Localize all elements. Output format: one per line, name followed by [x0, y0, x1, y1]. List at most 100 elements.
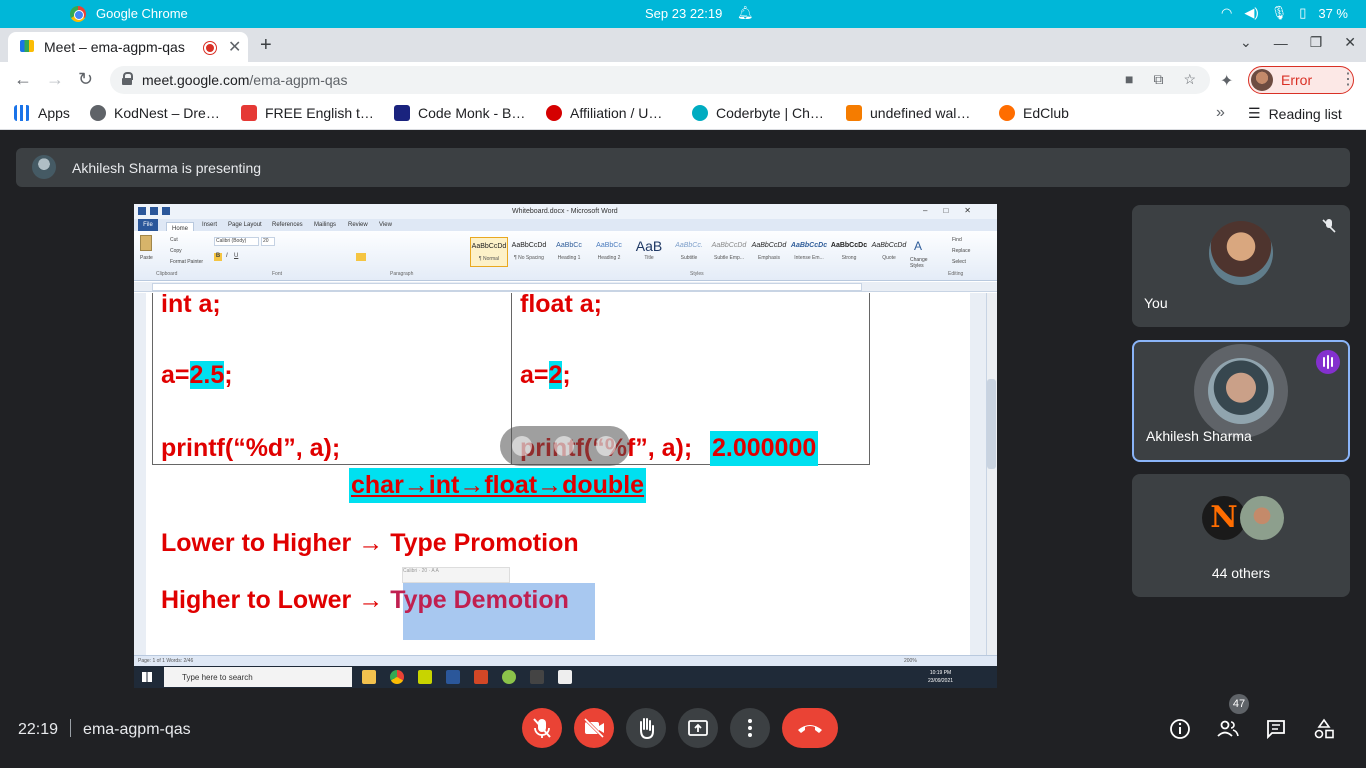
change-styles-label: Change Styles [910, 257, 928, 269]
page-word-count: Page: 1 of 1 Words: 2/46 [138, 658, 194, 664]
meet-favicon [20, 40, 34, 52]
bookmark-apps[interactable]: Apps [14, 105, 70, 121]
bold-icon: B [214, 253, 222, 261]
windows-taskbar: Type here to search 10:19 PM 23/09/2021 [134, 666, 997, 688]
style-subtle-emphasis: AaBbCcDd Subtle Emp... [711, 242, 747, 261]
present-now-button[interactable] [678, 708, 718, 748]
date-time[interactable]: Sep 23 22:19 [645, 6, 722, 21]
bookmark-free-english[interactable]: FREE English t… [241, 105, 374, 121]
left-printf: printf(“%d”, a); [161, 434, 341, 462]
mini-toolbar: Calibri · 20 · A A [402, 567, 510, 583]
meeting-code: ema-agpm-qas [83, 721, 191, 738]
camera-in-use-icon[interactable]: ■ [1125, 71, 1133, 88]
tab-title: Meet – ema-agpm-qas [44, 39, 185, 55]
address-bar[interactable]: meet.google.com/ema-agpm-qas ■ ⧉ ☆ [110, 66, 1210, 94]
tab-meet[interactable]: Meet – ema-agpm-qas ✕ [8, 32, 248, 62]
ribbon-tab-file: File [138, 219, 158, 231]
mic-icon[interactable]: 🎙︎ [1271, 5, 1288, 21]
ribbon-tab-references: References [272, 222, 303, 228]
style-heading1: AaBbCc Heading 1 [556, 242, 582, 261]
style-no-spacing: AaBbCcDd ¶ No Spacing [511, 242, 547, 261]
forward-icon[interactable]: → [46, 69, 64, 90]
reading-list-button[interactable]: ☰ Reading list [1248, 105, 1342, 122]
ribbon-tabs: File Home Insert Page Layout References … [134, 219, 997, 234]
tile-others[interactable]: N 44 others [1132, 474, 1350, 597]
ruler-white-area [152, 283, 862, 291]
browser-toolbar: ← → ↻ meet.google.com/ema-agpm-qas ■ ⧉ ☆… [0, 62, 1366, 98]
bell-icon[interactable]: 🔔︎ [737, 5, 754, 21]
window-controls: ⌄ — ❐ ✕ [1240, 34, 1356, 51]
active-app-name[interactable]: Google Chrome [96, 6, 188, 21]
battery-icon[interactable]: ▯ [1299, 5, 1306, 21]
tile-name: Akhilesh Sharma [1146, 428, 1252, 444]
meeting-clock: 22:19 [18, 721, 59, 738]
url-text[interactable]: meet.google.com/ema-agpm-qas [142, 72, 347, 88]
tile-akhilesh-sharma[interactable]: Akhilesh Sharma [1132, 340, 1350, 462]
more-options-button[interactable] [730, 708, 770, 748]
italic-icon: I [226, 253, 228, 259]
meet-control-bar: 22:19 ema-agpm-qas 47 [0, 694, 1366, 768]
new-tab-button[interactable]: + [260, 34, 272, 57]
site-icon [241, 105, 257, 121]
minimize-icon[interactable]: — [1274, 35, 1288, 51]
change-styles-icon: A [914, 239, 923, 253]
leave-call-button[interactable] [782, 708, 838, 748]
extensions-icon[interactable]: ✦ [1220, 71, 1233, 91]
tab-search-icon[interactable]: ⌄ [1240, 34, 1252, 51]
style-emphasis: AaBbCcDd Emphasis [751, 242, 787, 261]
back-icon[interactable]: ← [14, 69, 32, 90]
style-heading2: AaBbCc Heading 2 [596, 242, 622, 261]
word-icon [446, 670, 460, 684]
left-margin [134, 293, 146, 655]
bookmark-kodnest[interactable]: KodNest – Dre… [90, 105, 220, 121]
open-in-window-icon[interactable]: ⧉ [1153, 71, 1163, 88]
file-explorer-icon [362, 670, 376, 684]
style-strong: AaBbCcDc Strong [830, 242, 868, 261]
word-window-title: Whiteboard.docx - Microsoft Word [512, 208, 618, 215]
presenting-text: Akhilesh Sharma is presenting [72, 160, 262, 176]
stop-icon[interactable] [554, 436, 574, 456]
bookmark-star-icon[interactable]: ☆ [1183, 71, 1196, 88]
presentation-controls-overlay[interactable] [500, 426, 630, 466]
present-screen-icon [688, 720, 708, 736]
left-declaration: int a; [161, 290, 221, 318]
lock-icon[interactable] [122, 72, 133, 85]
chat-icon[interactable] [1265, 718, 1287, 740]
refresh-icon[interactable] [596, 436, 616, 456]
people-icon[interactable] [1217, 718, 1239, 740]
ribbon-tab-insert: Insert [202, 222, 218, 228]
tab-strip: Meet – ema-agpm-qas ✕ + ⌄ — ❐ ✕ [0, 28, 1366, 62]
tile-you[interactable]: You [1132, 205, 1350, 327]
activities-icon[interactable] [1313, 718, 1335, 740]
volume-icon[interactable]: ◀︎) [1244, 5, 1258, 21]
bookmark-code-monk[interactable]: Code Monk - B… [394, 105, 525, 121]
bookmark-edclub[interactable]: EdClub [999, 105, 1069, 121]
close-tab-icon[interactable]: ✕ [228, 37, 241, 57]
mic-off-icon [533, 718, 551, 738]
reading-list-icon: ☰ [1248, 105, 1261, 121]
chrome-menu-icon[interactable]: ⋮ [1340, 69, 1356, 89]
presenter-avatar [32, 155, 56, 179]
font-size-box: 20 [261, 237, 275, 246]
bookmark-undefined[interactable]: undefined wal… [846, 105, 970, 121]
close-window-icon[interactable]: ✕ [1344, 34, 1356, 51]
wifi-icon[interactable]: ◠ [1221, 5, 1232, 21]
mic-toggle-button[interactable] [522, 708, 562, 748]
reload-icon[interactable]: ↻ [78, 69, 93, 90]
maximize-icon[interactable]: ❐ [1310, 34, 1323, 51]
system-tray: ◠ ◀︎) 🎙︎ ▯ 37 % [1221, 5, 1348, 21]
profile-button[interactable]: Error [1248, 66, 1354, 94]
akhilesh-avatar [1208, 358, 1274, 424]
bookmarks-bar: Apps KodNest – Dre… FREE English t… Code… [0, 98, 1366, 130]
camera-toggle-button[interactable] [574, 708, 614, 748]
pause-icon[interactable] [512, 436, 532, 456]
bookmark-affiliation[interactable]: Affiliation / U… [546, 105, 662, 121]
raise-hand-button[interactable] [626, 708, 666, 748]
profile-error-label: Error [1281, 72, 1313, 88]
app-icon [418, 670, 432, 684]
bookmark-coderbyte[interactable]: Coderbyte | Ch… [692, 105, 824, 121]
more-bookmarks-icon[interactable]: » [1216, 104, 1225, 122]
group-font: Font [272, 271, 283, 277]
info-icon[interactable] [1169, 718, 1191, 740]
apps-grid-icon [14, 105, 30, 121]
